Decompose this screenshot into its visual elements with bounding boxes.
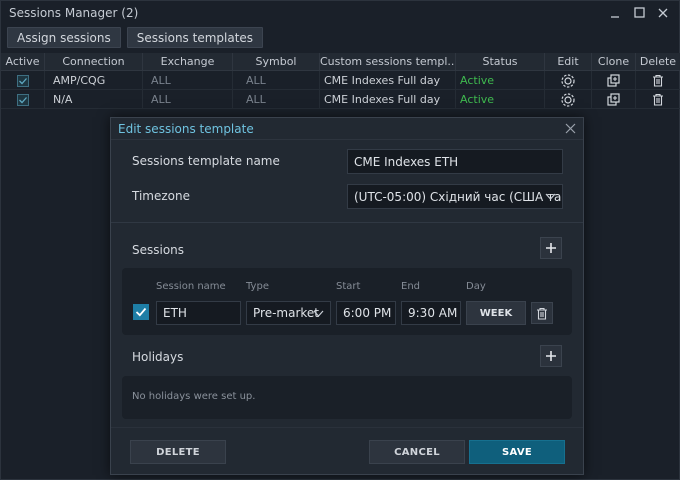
gear-icon[interactable]	[560, 73, 576, 89]
divider	[111, 222, 583, 223]
holidays-panel: No holidays were set up.	[122, 376, 572, 419]
exchange-cell: ALL	[143, 71, 233, 90]
delete-session-button[interactable]	[531, 302, 553, 324]
edit-cell	[545, 71, 592, 90]
status-cell: Active	[456, 71, 545, 90]
timezone-select[interactable]: (UTC-05:00) Східний час (США та Ка	[347, 184, 563, 209]
session-end-input[interactable]: 9:30 AM	[401, 301, 461, 325]
session-type-select[interactable]: Pre-market	[246, 301, 331, 325]
dialog-title: Edit sessions template	[118, 122, 254, 136]
sessions-templates-button[interactable]: Sessions templates	[126, 27, 264, 48]
template-cell: CME Indexes Full day	[320, 90, 456, 109]
holidays-section-title: Holidays	[132, 350, 184, 364]
col-start: Start	[336, 281, 361, 292]
window-title: Sessions Manager (2)	[9, 6, 139, 20]
template-cell: CME Indexes Full day	[320, 71, 456, 90]
template-name-label: Sessions template name	[132, 154, 280, 168]
exchange-cell: ALL	[143, 90, 233, 109]
trash-icon[interactable]	[652, 74, 664, 87]
column-header[interactable]: Clone	[592, 53, 636, 71]
sessions-table: Active Connection Exchange Symbol Custom…	[1, 53, 680, 109]
clone-icon[interactable]	[606, 73, 621, 88]
active-checkbox[interactable]	[16, 93, 29, 106]
column-header[interactable]: Active	[1, 53, 45, 71]
delete-cell	[636, 90, 680, 109]
divider	[111, 427, 583, 428]
column-header[interactable]: Exchange	[143, 53, 233, 71]
toolbar: Assign sessions Sessions templates	[7, 27, 264, 48]
clone-icon[interactable]	[606, 92, 621, 107]
gear-icon[interactable]	[560, 92, 576, 108]
holidays-empty-message: No holidays were set up.	[132, 391, 256, 402]
timezone-label: Timezone	[132, 189, 190, 203]
column-header[interactable]: Status	[456, 53, 545, 71]
trash-icon	[537, 307, 547, 320]
chevron-down-icon	[313, 310, 324, 317]
sessions-manager-window: Sessions Manager (2) Assign sessions Ses…	[0, 0, 680, 480]
template-name-input[interactable]: CME Indexes ETH	[347, 149, 563, 174]
symbol-cell: ALL	[233, 90, 320, 109]
table-row[interactable]: AMP/CQG ALL ALL CME Indexes Full day Act…	[1, 71, 680, 90]
clone-cell	[592, 90, 636, 109]
edit-template-dialog: Edit sessions template Sessions template…	[110, 117, 584, 475]
connection-cell: AMP/CQG	[45, 71, 143, 90]
save-button[interactable]: SAVE	[469, 440, 565, 464]
col-end: End	[401, 281, 421, 292]
active-cell	[1, 90, 45, 109]
plus-icon	[546, 351, 556, 361]
sessions-section-title: Sessions	[132, 243, 185, 257]
session-enabled-checkbox[interactable]	[133, 304, 149, 320]
active-checkbox[interactable]	[16, 74, 29, 87]
session-type-value: Pre-market	[253, 306, 319, 320]
timezone-value: (UTC-05:00) Східний час (США та Ка	[354, 189, 563, 204]
session-day-button[interactable]: WEEK	[466, 301, 526, 325]
status-cell: Active	[456, 90, 545, 109]
col-session-name: Session name	[156, 281, 226, 292]
active-cell	[1, 71, 45, 90]
trash-icon[interactable]	[652, 93, 664, 106]
check-icon	[18, 77, 27, 84]
col-day: Day	[466, 281, 486, 292]
chevron-down-icon	[545, 193, 556, 200]
add-holiday-button[interactable]	[540, 345, 562, 367]
delete-cell	[636, 71, 680, 90]
close-icon[interactable]	[657, 6, 669, 19]
edit-cell	[545, 90, 592, 109]
session-name-input[interactable]: ETH	[156, 301, 241, 325]
sessions-panel: Session name Type Start End Day ETH Pre-…	[122, 268, 572, 335]
symbol-cell: ALL	[233, 71, 320, 90]
session-start-input[interactable]: 6:00 PM	[336, 301, 396, 325]
add-session-button[interactable]	[540, 237, 562, 259]
connection-cell: N/A	[45, 90, 143, 109]
column-header[interactable]: Connection	[45, 53, 143, 71]
clone-cell	[592, 71, 636, 90]
check-icon	[135, 307, 147, 317]
cancel-button[interactable]: CANCEL	[369, 440, 465, 464]
title-bar: Sessions Manager (2)	[1, 1, 680, 25]
column-header[interactable]: Delete	[636, 53, 680, 71]
window-controls	[609, 6, 669, 19]
col-type: Type	[246, 281, 269, 292]
column-header[interactable]: Edit	[545, 53, 592, 71]
divider	[111, 139, 583, 140]
dialog-close-icon[interactable]	[565, 123, 576, 134]
plus-icon	[546, 243, 556, 253]
assign-sessions-button[interactable]: Assign sessions	[7, 27, 121, 48]
maximize-icon[interactable]	[633, 6, 645, 19]
table-header: Active Connection Exchange Symbol Custom…	[1, 53, 680, 71]
check-icon	[18, 96, 27, 103]
minimize-icon[interactable]	[609, 6, 621, 19]
column-header[interactable]: Symbol	[233, 53, 320, 71]
delete-template-button[interactable]: DELETE	[130, 440, 226, 464]
column-header[interactable]: Custom sessions templ...	[320, 53, 456, 71]
table-row[interactable]: N/A ALL ALL CME Indexes Full day Active	[1, 90, 680, 109]
